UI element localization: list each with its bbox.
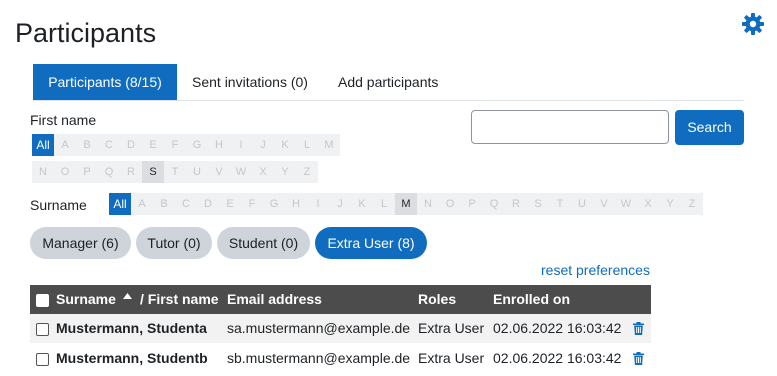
surname-letter[interactable]: W (615, 193, 637, 215)
first-name-letter[interactable]: M (318, 134, 340, 156)
surname-letter[interactable]: A (131, 193, 153, 215)
tab-add-participants[interactable]: Add participants (338, 64, 438, 100)
row-checkbox[interactable] (36, 323, 49, 336)
first-name-letter[interactable]: N (32, 161, 54, 183)
surname-letter-strip: All A B C D E F G H I J K L M N O P Q R … (109, 193, 703, 215)
role-filter-tutor[interactable]: Tutor (0) (136, 227, 212, 259)
enrolled-column-header[interactable]: Enrolled on (493, 291, 570, 307)
surname-letter[interactable]: U (571, 193, 593, 215)
surname-letter[interactable]: H (285, 193, 307, 215)
surname-letter[interactable]: Y (659, 193, 681, 215)
first-name-letter-all[interactable]: All (32, 134, 54, 156)
surname-letter[interactable]: C (175, 193, 197, 215)
first-name-letter-strip-1: All A B C D E F G H I J K L M (32, 134, 340, 156)
first-name-column-header[interactable]: / First name (140, 291, 219, 307)
page-title: Participants (15, 18, 157, 48)
search-input[interactable] (471, 110, 669, 144)
email-column-header[interactable]: Email address (227, 291, 322, 307)
reset-preferences-link[interactable]: reset preferences (541, 262, 650, 278)
first-name-letter[interactable]: I (230, 134, 252, 156)
participant-role[interactable]: Extra User (418, 350, 484, 366)
surname-letter[interactable]: V (593, 193, 615, 215)
surname-letter[interactable]: F (241, 193, 263, 215)
surname-letter[interactable]: L (373, 193, 395, 215)
first-name-letter[interactable]: X (252, 161, 274, 183)
sort-ascending-icon (123, 293, 132, 299)
surname-letter[interactable]: P (461, 193, 483, 215)
surname-letter[interactable]: B (153, 193, 175, 215)
surname-letter[interactable]: K (351, 193, 373, 215)
first-name-letter[interactable]: C (98, 134, 120, 156)
select-all-checkbox[interactable] (36, 294, 49, 307)
surname-letter-selected[interactable]: M (395, 193, 417, 215)
surname-letter[interactable]: D (197, 193, 219, 215)
participant-enrolled: 02.06.2022 16:03:42 (493, 320, 622, 336)
surname-letter[interactable]: T (549, 193, 571, 215)
first-name-letter[interactable]: Q (98, 161, 120, 183)
table-row: Mustermann, Studentb sb.mustermann@examp… (30, 344, 651, 373)
first-name-letter-selected[interactable]: S (142, 161, 164, 183)
surname-letter[interactable]: I (307, 193, 329, 215)
first-name-letter[interactable]: K (274, 134, 296, 156)
surname-letter[interactable]: S (527, 193, 549, 215)
first-name-letter[interactable]: Z (296, 161, 318, 183)
surname-letter[interactable]: Q (483, 193, 505, 215)
surname-letter[interactable]: N (417, 193, 439, 215)
first-name-letter-strip-2: N O P Q R S T U V W X Y Z (32, 161, 318, 183)
trash-icon[interactable] (633, 322, 644, 335)
first-name-letter[interactable]: U (186, 161, 208, 183)
surname-letter[interactable]: E (219, 193, 241, 215)
first-name-letter[interactable]: O (54, 161, 76, 183)
row-checkbox[interactable] (36, 353, 49, 366)
first-name-letter[interactable]: Y (274, 161, 296, 183)
surname-letter[interactable]: X (637, 193, 659, 215)
first-name-letter[interactable]: L (296, 134, 318, 156)
first-name-letter[interactable]: H (208, 134, 230, 156)
first-name-filter-label: First name (30, 112, 97, 128)
participant-email: sa.mustermann@example.de (227, 320, 411, 336)
first-name-letter[interactable]: T (164, 161, 186, 183)
first-name-letter[interactable]: P (76, 161, 98, 183)
role-filter-student[interactable]: Student (0) (217, 227, 310, 259)
surname-letter[interactable]: Z (681, 193, 703, 215)
first-name-letter[interactable]: E (142, 134, 164, 156)
role-filter-extra-user[interactable]: Extra User (8) (315, 227, 427, 259)
table-row: Mustermann, Studenta sa.mustermann@examp… (30, 314, 651, 343)
participants-tabs: Participants (8/15) Sent invitations (0)… (33, 64, 744, 101)
participant-email: sb.mustermann@example.de (227, 350, 411, 366)
role-filter-manager[interactable]: Manager (6) (30, 227, 131, 259)
search-button[interactable]: Search (675, 110, 744, 145)
first-name-letter[interactable]: F (164, 134, 186, 156)
surname-column-header[interactable]: Surname (56, 291, 116, 307)
tab-participants[interactable]: Participants (8/15) (33, 64, 177, 100)
table-header: Surname / First name Email address Roles… (30, 285, 651, 314)
surname-letter[interactable]: G (263, 193, 285, 215)
gear-icon[interactable] (741, 12, 765, 36)
first-name-letter[interactable]: V (208, 161, 230, 183)
participant-name[interactable]: Mustermann, Studenta (56, 320, 207, 336)
first-name-letter[interactable]: D (120, 134, 142, 156)
first-name-letter[interactable]: B (76, 134, 98, 156)
participant-enrolled: 02.06.2022 16:03:42 (493, 350, 622, 366)
surname-letter[interactable]: O (439, 193, 461, 215)
first-name-letter[interactable]: R (120, 161, 142, 183)
first-name-letter[interactable]: W (230, 161, 252, 183)
participant-role[interactable]: Extra User (418, 320, 484, 336)
participant-name[interactable]: Mustermann, Studentb (56, 350, 208, 366)
roles-column-header: Roles (418, 291, 457, 307)
surname-letter[interactable]: R (505, 193, 527, 215)
surname-letter[interactable]: J (329, 193, 351, 215)
first-name-letter[interactable]: A (54, 134, 76, 156)
surname-filter-label: Surname (30, 197, 87, 213)
first-name-letter[interactable]: G (186, 134, 208, 156)
first-name-letter[interactable]: J (252, 134, 274, 156)
trash-icon[interactable] (633, 352, 644, 365)
tab-sent-invitations[interactable]: Sent invitations (0) (192, 64, 308, 100)
surname-letter-all[interactable]: All (109, 193, 131, 215)
